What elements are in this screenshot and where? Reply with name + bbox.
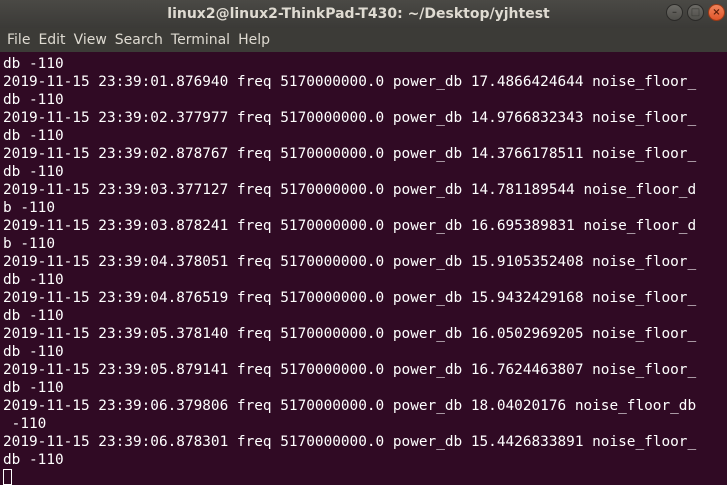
close-button[interactable]: ×	[708, 4, 725, 21]
terminal-line: db -110	[3, 92, 64, 108]
menu-edit[interactable]: Edit	[33, 32, 65, 48]
terminal-line: db -110	[3, 344, 64, 360]
cursor	[3, 469, 12, 485]
terminal-line: -110	[3, 416, 47, 432]
menu-terminal[interactable]: Terminal	[166, 32, 230, 48]
window-controls: – □ ×	[666, 4, 725, 21]
terminal-line: db -110	[3, 308, 64, 324]
terminal-line: 2019-11-15 23:39:02.878767 freq 51700000…	[3, 146, 697, 162]
terminal-line: 2019-11-15 23:39:03.377127 freq 51700000…	[3, 182, 697, 198]
terminal-output[interactable]: db -110 2019-11-15 23:39:01.876940 freq 5…	[0, 52, 727, 485]
terminal-line: 2019-11-15 23:39:06.379806 freq 51700000…	[3, 398, 697, 414]
terminal-line: b -110	[3, 236, 55, 252]
menu-search[interactable]: Search	[110, 32, 163, 48]
prompt-line	[3, 469, 727, 485]
title-bar[interactable]: linux2@linux2-ThinkPad-T430: ~/Desktop/y…	[0, 0, 727, 28]
terminal-line: 2019-11-15 23:39:02.377977 freq 51700000…	[3, 110, 697, 126]
terminal-line: 2019-11-15 23:39:03.878241 freq 51700000…	[3, 218, 697, 234]
menu-help[interactable]: Help	[233, 32, 270, 48]
maximize-button[interactable]: □	[687, 4, 704, 21]
terminal-line: db -110	[3, 380, 64, 396]
terminal-line: 2019-11-15 23:39:04.876519 freq 51700000…	[3, 290, 697, 306]
terminal-line: db -110	[3, 164, 64, 180]
menu-file[interactable]: File	[2, 32, 30, 48]
menu-view[interactable]: View	[69, 32, 107, 48]
terminal-line: 2019-11-15 23:39:01.876940 freq 51700000…	[3, 74, 697, 90]
terminal-window: linux2@linux2-ThinkPad-T430: ~/Desktop/y…	[0, 0, 727, 485]
terminal-line: b -110	[3, 200, 55, 216]
minimize-button[interactable]: –	[666, 4, 683, 21]
terminal-line: db -110	[3, 128, 64, 144]
terminal-line: 2019-11-15 23:39:05.378140 freq 51700000…	[3, 326, 697, 342]
menu-bar: File Edit View Search Terminal Help	[0, 28, 727, 52]
terminal-line: 2019-11-15 23:39:06.878301 freq 51700000…	[3, 434, 697, 450]
terminal-line: db -110	[3, 452, 64, 468]
terminal-line: 2019-11-15 23:39:05.879141 freq 51700000…	[3, 362, 697, 378]
window-title: linux2@linux2-ThinkPad-T430: ~/Desktop/y…	[167, 6, 550, 22]
terminal-line: db -110	[3, 56, 64, 72]
terminal-line: db -110	[3, 272, 64, 288]
terminal-line: 2019-11-15 23:39:04.378051 freq 51700000…	[3, 254, 697, 270]
